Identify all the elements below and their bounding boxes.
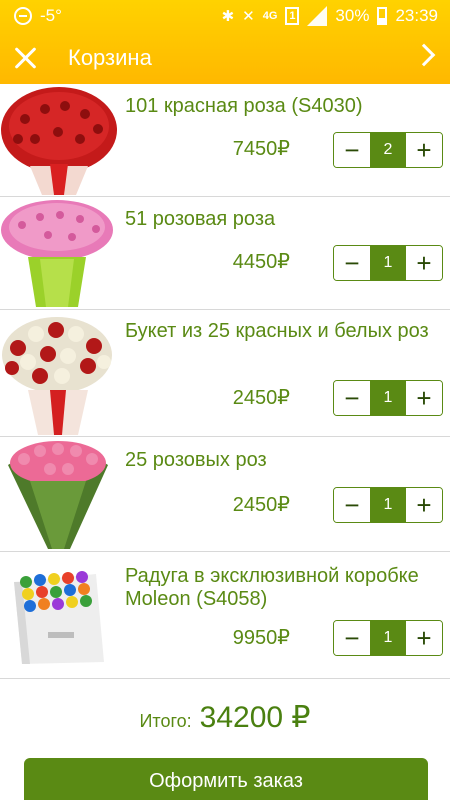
signal-icon <box>307 6 328 26</box>
cart-list: 101 красная роза (S4030) 7450₽ − 2 + 51 … <box>0 84 450 679</box>
increase-button[interactable]: + <box>406 381 442 415</box>
bluetooth-icon: ✱ <box>221 7 235 25</box>
bouquet-image <box>0 552 118 678</box>
status-left: -5° <box>14 0 62 32</box>
quantity-stepper: − 1 + <box>333 245 443 281</box>
app-bar: Корзина <box>0 32 450 84</box>
checkout-button[interactable]: Оформить заказ <box>24 758 428 800</box>
decrease-button[interactable]: − <box>334 246 370 280</box>
quantity-value: 1 <box>370 381 406 415</box>
decrease-button[interactable]: − <box>334 381 370 415</box>
item-price: 7450₽ <box>232 138 290 160</box>
quantity-stepper: − 1 + <box>333 487 443 523</box>
status-right: ✱ ✕ 4G 1 30% 23:39 <box>222 0 438 32</box>
item-price: 9950₽ <box>232 627 290 649</box>
quantity-value: 2 <box>370 133 406 167</box>
item-price: 4450₽ <box>232 251 290 273</box>
bouquet-image <box>0 197 118 309</box>
increase-button[interactable]: + <box>406 488 442 522</box>
quantity-value: 1 <box>370 621 406 655</box>
sim-icon: 1 <box>285 7 300 25</box>
item-title: Букет из 25 красных и белых роз <box>125 320 429 342</box>
cart-item[interactable]: 25 розовых роз 2450₽ − 1 + <box>0 437 450 552</box>
network-type: 4G <box>262 10 278 22</box>
status-bar: -5° ✱ ✕ 4G 1 30% 23:39 <box>0 0 450 32</box>
battery-percent: 30% <box>335 6 370 25</box>
item-price: 2450₽ <box>232 494 290 516</box>
total-label: Итого: <box>139 711 192 731</box>
cart-item[interactable]: 101 красная роза (S4030) 7450₽ − 2 + <box>0 84 450 197</box>
quantity-value: 1 <box>370 246 406 280</box>
increase-button[interactable]: + <box>406 133 442 167</box>
battery-icon <box>377 7 388 25</box>
cart-item[interactable]: Радуга в эксклюзивной коробке Moleon (S4… <box>0 552 450 679</box>
item-title: Радуга в эксклюзивной коробке Moleon (S4… <box>125 565 419 610</box>
vibrate-icon: ✕ <box>242 7 255 25</box>
quantity-value: 1 <box>370 488 406 522</box>
item-price: 2450₽ <box>232 387 290 409</box>
page-title: Корзина <box>68 45 152 70</box>
cart-item[interactable]: Букет из 25 красных и белых роз 2450₽ − … <box>0 310 450 437</box>
clock: 23:39 <box>395 6 438 25</box>
bouquet-image <box>0 437 118 551</box>
decrease-button[interactable]: − <box>334 133 370 167</box>
cart-total: Итого: 34200 ₽ <box>0 682 450 750</box>
item-title: 25 розовых роз <box>125 449 267 471</box>
quantity-stepper: − 1 + <box>333 380 443 416</box>
increase-button[interactable]: + <box>406 621 442 655</box>
bouquet-image <box>0 84 118 196</box>
total-value: 34200 ₽ <box>199 701 311 734</box>
close-icon[interactable] <box>12 44 40 72</box>
do-not-disturb-icon <box>14 7 32 25</box>
decrease-button[interactable]: − <box>334 488 370 522</box>
item-title: 51 розовая роза <box>125 208 276 230</box>
increase-button[interactable]: + <box>406 246 442 280</box>
quantity-stepper: − 1 + <box>333 620 443 656</box>
item-title: 101 красная роза (S4030) <box>125 95 363 117</box>
temperature: -5° <box>40 6 62 25</box>
decrease-button[interactable]: − <box>334 621 370 655</box>
chevron-right-icon[interactable] <box>412 43 436 67</box>
bouquet-image <box>0 310 118 436</box>
quantity-stepper: − 2 + <box>333 132 443 168</box>
cart-item[interactable]: 51 розовая роза 4450₽ − 1 + <box>0 197 450 310</box>
